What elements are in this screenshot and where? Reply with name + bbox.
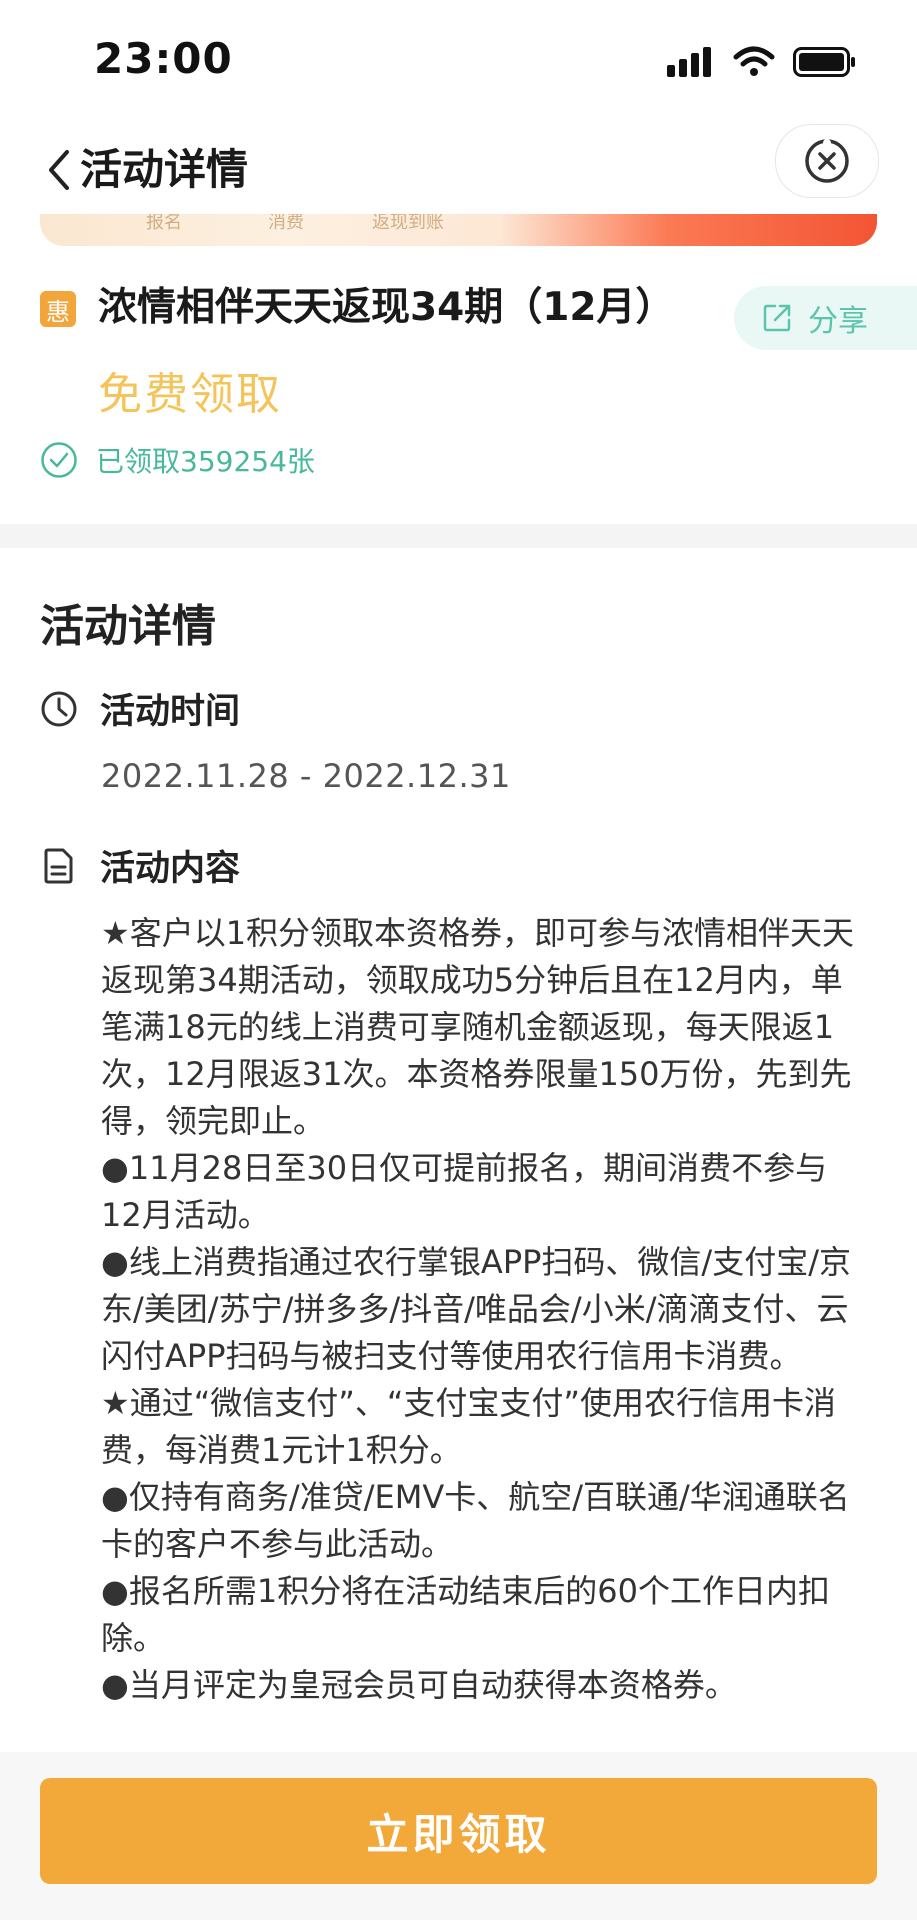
coupon-title: 浓情相伴天天返现34期（12月） bbox=[98, 285, 675, 330]
banner-label: 消费 bbox=[268, 214, 304, 233]
status-time: 23:00 bbox=[94, 34, 233, 83]
content-paragraph: ●线上消费指通过农行掌银APP扫码、微信/支付宝/京东/美团/苏宁/拼多多/抖音… bbox=[101, 1243, 851, 1375]
activity-time-header: 活动时间 bbox=[40, 683, 240, 734]
status-icons bbox=[667, 42, 857, 82]
content-paragraph: ★通过“微信支付”、“支付宝支付”使用农行信用卡消费，每消费1元计1积分。 bbox=[101, 1384, 837, 1469]
share-label: 分享 bbox=[808, 304, 868, 339]
status-bar: 23:00 bbox=[0, 0, 917, 120]
activity-content: ★客户以1积分领取本资格券，即可参与浓情相伴天天返现第34期活动，领取成功5分钟… bbox=[101, 910, 861, 1709]
time-label: 活动时间 bbox=[100, 692, 241, 732]
banner-label: 返现到账 bbox=[372, 214, 444, 233]
activity-content-header: 活动内容 bbox=[40, 840, 240, 891]
banner-label: 报名 bbox=[146, 214, 182, 233]
content-paragraph: ●报名所需1积分将在活动结束后的60个工作日内扣除。 bbox=[101, 1572, 831, 1657]
battery-icon bbox=[793, 47, 855, 77]
time-value: 2022.11.28 - 2022.12.31 bbox=[101, 757, 511, 795]
claimed-count: 已领取359254张 bbox=[40, 440, 315, 480]
signal-icon bbox=[667, 47, 711, 77]
document-icon bbox=[44, 848, 73, 883]
check-circle-icon bbox=[41, 442, 77, 478]
close-icon bbox=[805, 139, 849, 183]
discount-badge: 惠 bbox=[40, 291, 76, 327]
content-label: 活动内容 bbox=[100, 849, 241, 889]
back-button[interactable] bbox=[34, 140, 84, 200]
clock-icon bbox=[41, 691, 77, 726]
share-button[interactable]: 分享 bbox=[734, 286, 917, 350]
promo-banner: 报名 消费 返现到账 bbox=[40, 214, 877, 246]
page-title: 活动详情 bbox=[80, 145, 249, 194]
content-paragraph: ●11月28日至30日仅可提前报名，期间消费不参与12月活动。 bbox=[101, 1149, 828, 1234]
nav-bar: 活动详情 bbox=[0, 120, 917, 220]
content-paragraph: ●当月评定为皇冠会员可自动获得本资格券。 bbox=[101, 1666, 737, 1704]
section-divider bbox=[0, 524, 917, 548]
share-icon bbox=[763, 304, 791, 332]
section-title: 活动详情 bbox=[40, 601, 216, 652]
chevron-left-icon bbox=[49, 150, 69, 190]
close-button[interactable] bbox=[775, 124, 879, 198]
claim-now-button[interactable]: 立即领取 bbox=[40, 1778, 877, 1884]
content-paragraph: ★客户以1积分领取本资格券，即可参与浓情相伴天天返现第34期活动，领取成功5分钟… bbox=[101, 914, 855, 1140]
price-label: 免费领取 bbox=[98, 369, 282, 420]
wifi-icon bbox=[733, 46, 775, 76]
claimed-text: 已领取359254张 bbox=[96, 445, 315, 478]
content-paragraph: ●仅持有商务/准贷/EMV卡、航空/百联通/华润通联名卡的客户不参与此活动。 bbox=[101, 1478, 850, 1563]
